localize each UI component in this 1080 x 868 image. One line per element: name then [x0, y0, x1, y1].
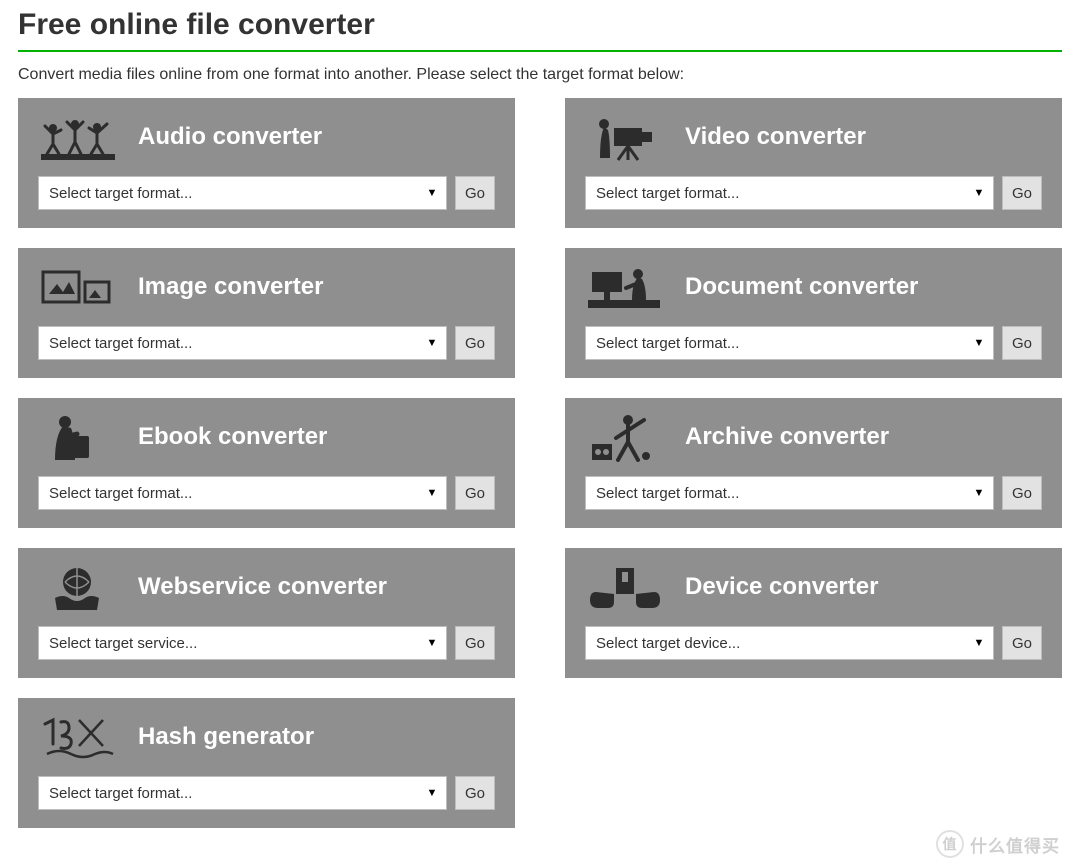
converter-card-document: Document converter Select target format..… — [565, 248, 1062, 378]
card-title-audio: Audio converter — [138, 123, 322, 151]
chevron-down-icon: ▼ — [418, 337, 446, 349]
video-icon — [585, 112, 675, 162]
go-button-hash[interactable]: Go — [455, 776, 495, 810]
converter-card-hash: Hash generatorSelect target format...▼Go — [18, 698, 515, 828]
chevron-down-icon: ▼ — [965, 637, 993, 649]
audio-icon — [38, 112, 128, 162]
select-text-device: Select target device... — [586, 635, 965, 652]
chevron-down-icon: ▼ — [418, 787, 446, 799]
chevron-down-icon: ▼ — [418, 487, 446, 499]
go-button-image[interactable]: Go — [455, 326, 495, 360]
chevron-down-icon: ▼ — [418, 637, 446, 649]
go-button-audio[interactable]: Go — [455, 176, 495, 210]
select-webservice[interactable]: Select target service...▼ — [38, 626, 447, 660]
select-audio[interactable]: Select target format...▼ — [38, 176, 447, 210]
select-text-audio: Select target format... — [39, 185, 418, 202]
card-title-document: Document converter — [685, 273, 918, 301]
chevron-down-icon: ▼ — [965, 487, 993, 499]
go-button-webservice[interactable]: Go — [455, 626, 495, 660]
card-title-webservice: Webservice converter — [138, 573, 387, 601]
select-device[interactable]: Select target device...▼ — [585, 626, 994, 660]
watermark-text: 什么值得买 — [970, 832, 1060, 857]
converter-card-image: Image converterSelect target format...▼G… — [18, 248, 515, 378]
chevron-down-icon: ▼ — [418, 187, 446, 199]
select-text-document: Select target format... — [586, 335, 965, 352]
chevron-down-icon: ▼ — [965, 187, 993, 199]
card-title-video: Video converter — [685, 123, 866, 151]
card-title-archive: Archive converter — [685, 423, 889, 451]
watermark-badge-icon: 值 — [936, 830, 964, 858]
select-text-ebook: Select target format... — [39, 485, 418, 502]
page-title: Free online file converter — [18, 8, 1062, 42]
select-text-webservice: Select target service... — [39, 635, 418, 652]
go-button-archive[interactable]: Go — [1002, 476, 1042, 510]
chevron-down-icon: ▼ — [965, 337, 993, 349]
select-image[interactable]: Select target format...▼ — [38, 326, 447, 360]
go-button-document[interactable]: Go — [1002, 326, 1042, 360]
converter-card-archive: Archive converter Select target format...… — [565, 398, 1062, 528]
title-divider — [18, 50, 1062, 52]
go-button-ebook[interactable]: Go — [455, 476, 495, 510]
hash-icon — [38, 712, 128, 762]
card-title-ebook: Ebook converter — [138, 423, 327, 451]
select-text-video: Select target format... — [586, 185, 965, 202]
select-video[interactable]: Select target format...▼ — [585, 176, 994, 210]
image-icon — [38, 262, 128, 312]
converter-grid: Audio converterSelect target format...▼G… — [18, 98, 1062, 828]
converter-card-audio: Audio converterSelect target format...▼G… — [18, 98, 515, 228]
converter-card-device: Device converter Select target device...▼… — [565, 548, 1062, 678]
webservice-icon — [38, 562, 128, 612]
intro-text: Convert media files online from one form… — [18, 66, 1062, 84]
device-icon — [585, 562, 675, 612]
select-text-hash: Select target format... — [39, 785, 418, 802]
go-button-video[interactable]: Go — [1002, 176, 1042, 210]
select-archive[interactable]: Select target format...▼ — [585, 476, 994, 510]
card-title-hash: Hash generator — [138, 723, 314, 751]
select-ebook[interactable]: Select target format...▼ — [38, 476, 447, 510]
document-icon — [585, 262, 675, 312]
select-text-image: Select target format... — [39, 335, 418, 352]
converter-card-webservice: Webservice converter Select target servic… — [18, 548, 515, 678]
archive-icon — [585, 412, 675, 462]
card-title-device: Device converter — [685, 573, 878, 601]
select-hash[interactable]: Select target format...▼ — [38, 776, 447, 810]
select-document[interactable]: Select target format...▼ — [585, 326, 994, 360]
card-title-image: Image converter — [138, 273, 323, 301]
go-button-device[interactable]: Go — [1002, 626, 1042, 660]
watermark: 值 什么值得买 — [936, 830, 1060, 858]
select-text-archive: Select target format... — [586, 485, 965, 502]
ebook-icon — [38, 412, 128, 462]
converter-card-ebook: Ebook converterSelect target format...▼G… — [18, 398, 515, 528]
converter-card-video: Video converterSelect target format...▼G… — [565, 98, 1062, 228]
